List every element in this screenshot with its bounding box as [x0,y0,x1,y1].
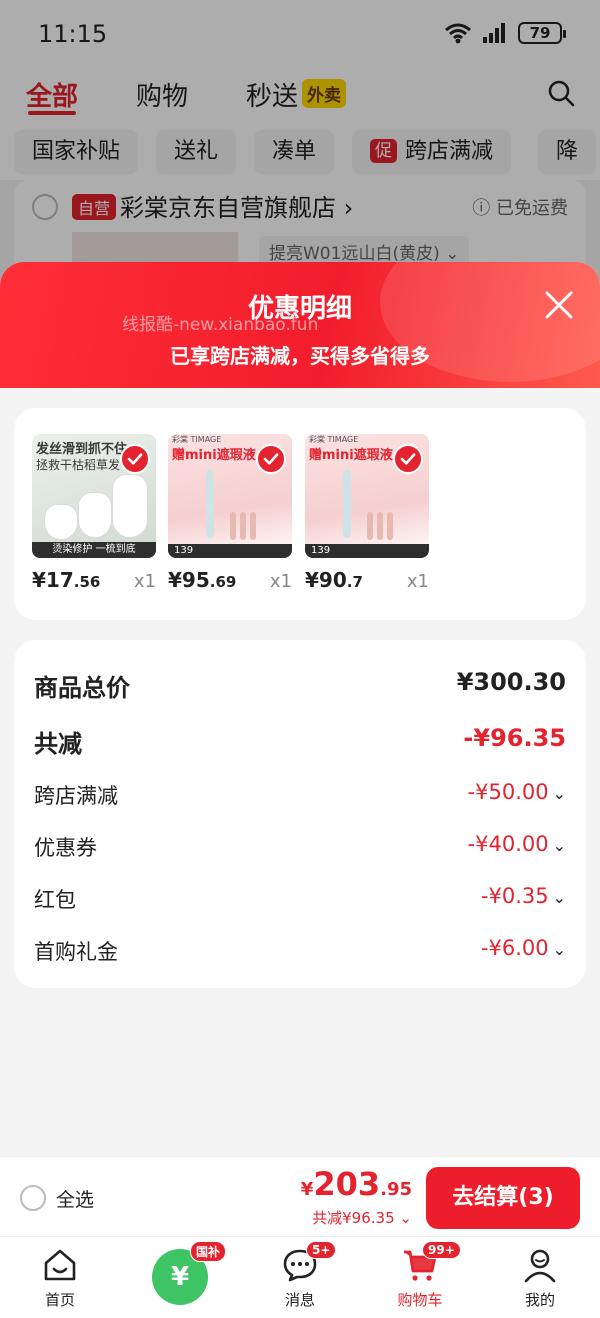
discount-value: -¥0.35 ⌄ [481,884,566,908]
bottle-shape [44,504,78,540]
discount-label: 跨店满减 [34,784,118,808]
tube-shape [387,512,393,540]
nav-label: 消息 [284,1291,315,1309]
product-image-price: 139 [305,544,429,558]
profile-icon [524,1249,556,1283]
wand-shape [343,470,351,538]
discount-amount: -¥0.35 [480,884,549,908]
discount-row-red-packet[interactable]: 红包 -¥0.35 ⌄ [34,884,566,914]
sheet-header: 优惠明细 线报酷-new.xianbao.fun 已享跨店满减，买得多省得多 [0,262,600,388]
discount-label: 首购礼金 [34,940,118,964]
product-price: ¥17.56 [32,568,100,592]
price-int: ¥17 [32,568,74,592]
nav-cart[interactable]: 99+ 购物车 [360,1237,480,1318]
product-image-strip: 烫染修护 一梳到底 [32,542,156,558]
nav-national-subsidy[interactable]: ¥ 国补 [120,1237,240,1318]
checkout-total-price: ¥203.95 [301,1165,412,1203]
discount-value: -¥6.00 ⌄ [481,936,566,960]
check-icon[interactable] [393,444,423,474]
tube-shape [367,512,373,540]
check-icon[interactable] [256,444,286,474]
product-image-price: 139 [168,544,292,558]
product-image-title: 赠mini遮瑕液 [172,448,256,463]
discount-amount: -¥50.00 [467,780,549,804]
discount-row-cross-store[interactable]: 跨店满减 -¥50.00 ⌄ [34,780,566,810]
total-discount-label: 共减 [34,730,82,758]
chevron-down-icon: ⌄ [552,836,566,855]
discount-label: 优惠券 [34,836,97,860]
price-dec: .56 [73,573,101,591]
total-price-value: ¥300.30 [456,668,566,696]
nav-home[interactable]: 首页 [0,1237,120,1318]
chevron-down-icon: ⌄ [399,1209,412,1227]
price-detail-card: 商品总价 ¥300.30 共减 -¥96.35 跨店满减 -¥50.00 ⌄ 优惠… [14,640,586,988]
subsidy-badge: 国补 [190,1241,227,1262]
tube-shape [250,512,256,540]
product-image-text: 发丝滑到抓不住 [36,442,128,457]
sheet-subtitle: 已享跨店满减，买得多省得多 [170,344,430,368]
discount-label: 红包 [34,888,76,912]
chevron-down-icon: ⌄ [552,784,566,803]
checkout-bar: 全选 ¥203.95 共减¥96.35 ⌄ 去结算(3) [0,1156,600,1236]
nav-label: 购物车 [397,1291,443,1309]
product-image-title: 赠mini遮瑕液 [309,448,393,463]
discount-amount: -¥6.00 [480,936,549,960]
tube-shape [230,512,236,540]
check-icon[interactable] [120,444,150,474]
price-dec: .7 [346,573,363,591]
total-discount-row: 共减 -¥96.35 [34,724,566,758]
total-discount-value: -¥96.35 [463,724,566,752]
bottom-nav: 首页 ¥ 国补 5+ 消息 99+ 购物车 我的 [0,1236,600,1318]
price-int: ¥95 [168,568,210,592]
wand-shape [206,470,214,538]
product-price: ¥90.7 [305,568,363,592]
nav-label: 首页 [44,1291,75,1309]
price-dec: .95 [380,1179,412,1200]
nav-label: 我的 [524,1291,555,1309]
bottle-shape [78,492,112,538]
checkout-button[interactable]: 去结算(3) [426,1167,580,1229]
price-int: 203 [313,1165,381,1203]
message-badge: 5+ [306,1241,337,1259]
cart-badge: 99+ [422,1241,461,1259]
total-price-row: 商品总价 ¥300.30 [34,668,566,702]
tube-shape [377,512,383,540]
select-all-label[interactable]: 全选 [56,1185,94,1212]
select-all-radio[interactable] [20,1185,46,1211]
discount-value: -¥40.00 ⌄ [468,832,566,856]
price-dec: .69 [209,573,237,591]
discount-value: -¥50.00 ⌄ [468,780,566,804]
product-quantity: x1 [269,571,292,592]
product-price: ¥95.69 [168,568,236,592]
bottle-shape [112,474,148,538]
discount-row-coupon[interactable]: 优惠券 -¥40.00 ⌄ [34,832,566,862]
selected-products-card: 发丝滑到抓不住 拯救干枯稻草发 烫染修护 一梳到底 ¥17.56 x1 彩棠 T… [14,408,586,620]
discount-row-first-purchase[interactable]: 首购礼金 -¥6.00 ⌄ [34,936,566,966]
watermark: 线报酷-new.xianbao.fun [122,315,319,335]
price-currency: ¥ [300,1179,314,1200]
discount-amount: -¥40.00 [467,832,549,856]
product-image-text: 拯救干枯稻草发 [36,458,121,472]
checkout-discount-toggle[interactable]: 共减¥96.35 ⌄ [312,1207,412,1228]
checkout-discount-text: 共减¥96.35 [312,1209,395,1227]
product-quantity: x1 [133,571,156,592]
total-price-label: 商品总价 [34,674,130,702]
product-quantity: x1 [406,571,429,592]
nav-messages[interactable]: 5+ 消息 [240,1237,360,1318]
home-icon [44,1249,76,1281]
tube-shape [240,512,246,540]
close-icon[interactable] [544,290,574,320]
price-int: ¥90 [305,568,347,592]
chevron-down-icon: ⌄ [552,888,566,907]
nav-profile[interactable]: 我的 [480,1237,600,1318]
chevron-down-icon: ⌄ [552,940,566,959]
